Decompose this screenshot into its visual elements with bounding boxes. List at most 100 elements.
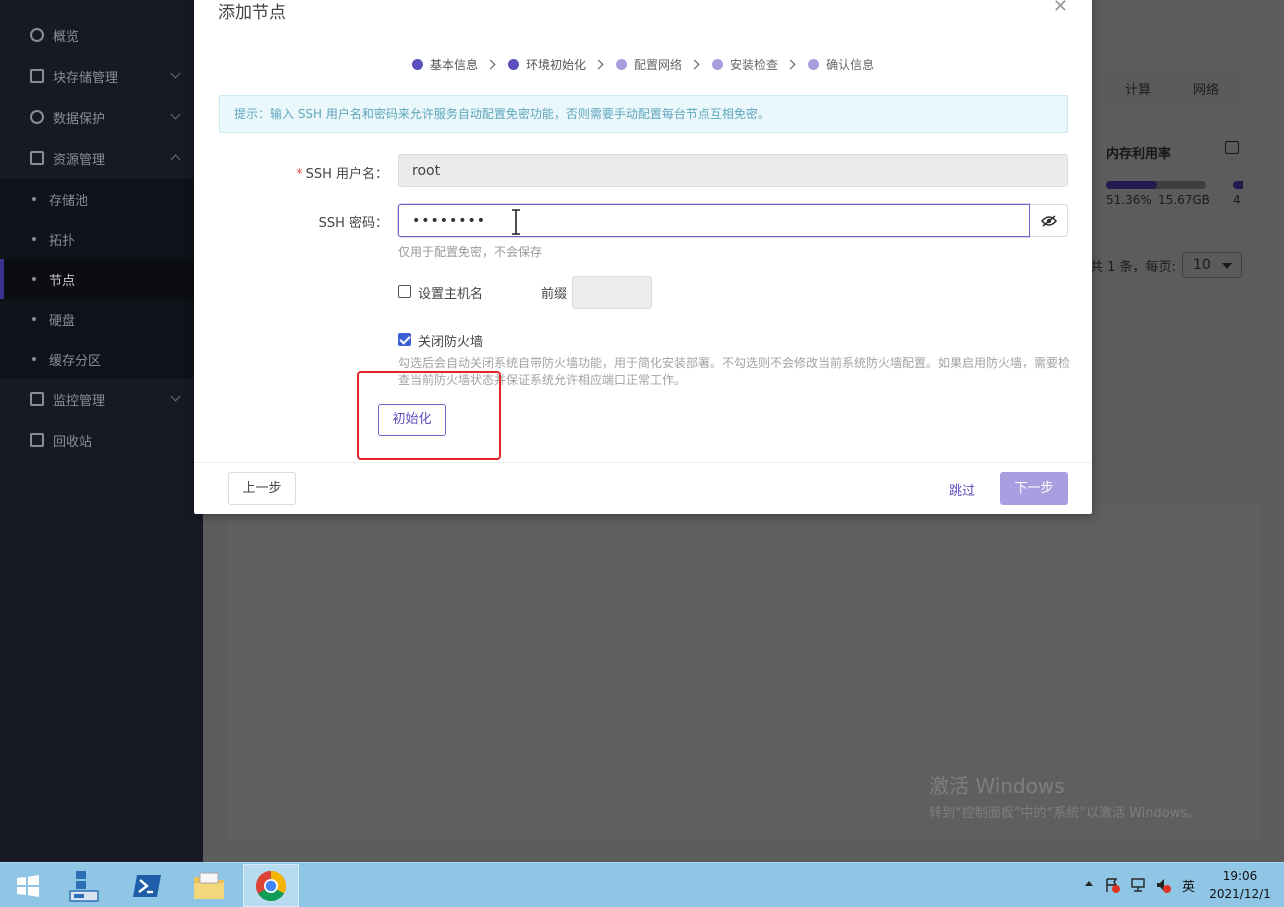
- sidebar-item-label: 回收站: [53, 434, 93, 450]
- sidebar-item-label: 块存储管理: [53, 70, 119, 86]
- sidebar-item-cache-partition[interactable]: 缓存分区: [0, 339, 203, 379]
- step-dot-icon: [616, 58, 628, 70]
- windows-logo-icon: [16, 874, 39, 897]
- memory-usage-bar: [1106, 181, 1206, 189]
- server-manager-button[interactable]: [57, 864, 113, 907]
- step-network-config: 配置网络: [616, 56, 682, 73]
- sidebar-item-node[interactable]: 节点: [0, 259, 203, 299]
- disable-firewall-label[interactable]: 关闭防火墙: [418, 331, 483, 350]
- sidebar: 概览 块存储管理 数据保护 资源管理 存储池 拓扑 节点 硬盘 缓存分区 监控管…: [0, 0, 203, 862]
- previous-step-button[interactable]: 上一步: [228, 472, 296, 505]
- memory-percent: 51.36%: [1106, 193, 1152, 207]
- sidebar-item-label: 数据保护: [53, 111, 106, 127]
- sidebar-item-resource-management[interactable]: 资源管理: [0, 138, 203, 178]
- step-label: 确认信息: [826, 57, 875, 72]
- column-settings-icon[interactable]: [1225, 141, 1239, 154]
- sidebar-item-disk[interactable]: 硬盘: [0, 299, 203, 339]
- text-cursor-icon: [512, 209, 520, 235]
- ssh-password-label: SSH 密码：: [318, 216, 388, 231]
- sidebar-item-monitoring[interactable]: 监控管理: [0, 379, 203, 419]
- recycle-icon: [30, 433, 44, 447]
- chevron-down-icon: [170, 391, 181, 402]
- memory-usage-bar-cut: [1233, 181, 1243, 189]
- sidebar-item-label: 监控管理: [53, 393, 106, 409]
- server-manager-icon: [69, 870, 99, 902]
- column-header-label: 内存利用率: [1106, 147, 1172, 162]
- input-method-indicator[interactable]: 英: [1182, 876, 1195, 895]
- powershell-button[interactable]: [119, 864, 175, 907]
- chevron-right-icon: [785, 59, 796, 69]
- powershell-icon: [133, 874, 161, 897]
- next-step-button[interactable]: 下一步: [1000, 472, 1068, 505]
- chevron-down-icon: [170, 109, 181, 120]
- step-dot-icon: [712, 58, 724, 70]
- sidebar-item-label: 硬盘: [49, 313, 76, 329]
- sidebar-item-topology[interactable]: 拓扑: [0, 219, 203, 259]
- sidebar-item-data-protection[interactable]: 数据保护: [0, 97, 203, 137]
- resource-icon: [30, 151, 44, 165]
- page-size-select[interactable]: 10: [1182, 252, 1242, 278]
- clock[interactable]: 19:06 2021/12/1: [1205, 867, 1275, 903]
- shield-icon: [30, 110, 44, 124]
- sidebar-item-label: 概览: [53, 29, 80, 45]
- sidebar-item-label: 存储池: [49, 193, 89, 209]
- taskbar: 英 19:06 2021/12/1: [0, 862, 1284, 907]
- step-install-check: 安装检查: [712, 56, 778, 73]
- network-icon[interactable]: [1130, 877, 1146, 893]
- watermark-line2: 转到“控制面板”中的“系统”以激活 Windows。: [929, 806, 1201, 821]
- ssh-password-input[interactable]: [398, 204, 1030, 237]
- background-tabs: 计算 网络: [1101, 76, 1241, 106]
- annotation-highlight-box: [357, 371, 501, 460]
- step-label: 环境初始化: [526, 57, 587, 72]
- bullet-icon: [32, 317, 36, 321]
- tab-compute[interactable]: 计算: [1105, 76, 1171, 106]
- sidebar-item-overview[interactable]: 概览: [0, 15, 203, 55]
- sidebar-item-recycle-bin[interactable]: 回收站: [0, 420, 203, 460]
- clock-time: 19:06: [1222, 869, 1258, 883]
- ssh-username-input[interactable]: [398, 154, 1068, 187]
- flag-alert-icon[interactable]: [1104, 877, 1120, 893]
- step-indicator: 基本信息 环境初始化 配置网络 安装检查 确认信息: [412, 52, 883, 76]
- sidebar-item-label: 节点: [49, 273, 76, 289]
- eye-hidden-icon: [1040, 214, 1057, 227]
- step-dot-icon: [412, 58, 423, 70]
- chevron-right-icon: [593, 59, 604, 69]
- step-basic-info: 基本信息: [412, 56, 478, 73]
- sidebar-item-block-storage[interactable]: 块存储管理: [0, 56, 203, 96]
- tab-network[interactable]: 网络: [1173, 76, 1239, 106]
- sidebar-item-storage-pool[interactable]: 存储池: [0, 179, 203, 219]
- show-hidden-icons-icon[interactable]: [1085, 881, 1093, 886]
- password-help-text: 仅用于配置免密，不会保存: [398, 245, 543, 259]
- sidebar-item-label: 资源管理: [53, 152, 106, 168]
- chevron-right-icon: [485, 59, 496, 69]
- ssh-username-label: * SSH 用户名：: [296, 167, 388, 182]
- info-tip: 提示：输入 SSH 用户名和密码来允许服务自动配置免密功能，否则需要手动配置每台…: [219, 95, 1068, 133]
- close-icon[interactable]: ✕: [1053, 0, 1068, 17]
- set-hostname-label[interactable]: 设置主机名: [418, 283, 483, 302]
- step-confirm-info: 确认信息: [808, 56, 874, 73]
- start-button[interactable]: [0, 864, 55, 907]
- memory-size: 15.67GB: [1158, 193, 1210, 207]
- dashboard-icon: [30, 28, 44, 42]
- toggle-password-visibility-button[interactable]: [1030, 204, 1068, 237]
- file-explorer-button[interactable]: [181, 864, 237, 907]
- prefix-label: 前缀: [541, 287, 568, 302]
- set-hostname-checkbox[interactable]: [398, 285, 411, 298]
- chrome-button[interactable]: [243, 864, 299, 907]
- prefix-input[interactable]: [572, 276, 652, 309]
- sidebar-item-label: 缓存分区: [49, 353, 102, 369]
- memory-value-cut: 4: [1233, 193, 1241, 207]
- chevron-right-icon: [689, 59, 700, 69]
- disable-firewall-checkbox[interactable]: [398, 333, 411, 346]
- bullet-icon: [32, 197, 36, 201]
- step-label: 基本信息: [430, 57, 479, 72]
- chrome-icon: [255, 870, 287, 901]
- dialog-footer: 上一步 跳过 下一步: [194, 462, 1092, 514]
- database-icon: [30, 69, 44, 83]
- skip-link[interactable]: 跳过: [949, 480, 975, 499]
- column-header-memory: 内存利用率: [1094, 137, 1244, 167]
- watermark-line1: 激活 Windows: [929, 774, 1065, 798]
- volume-muted-icon[interactable]: [1155, 877, 1171, 893]
- activation-watermark: 激活 Windows 转到“控制面板”中的“系统”以激活 Windows。: [929, 770, 1200, 821]
- memory-usage-fill: [1106, 181, 1158, 189]
